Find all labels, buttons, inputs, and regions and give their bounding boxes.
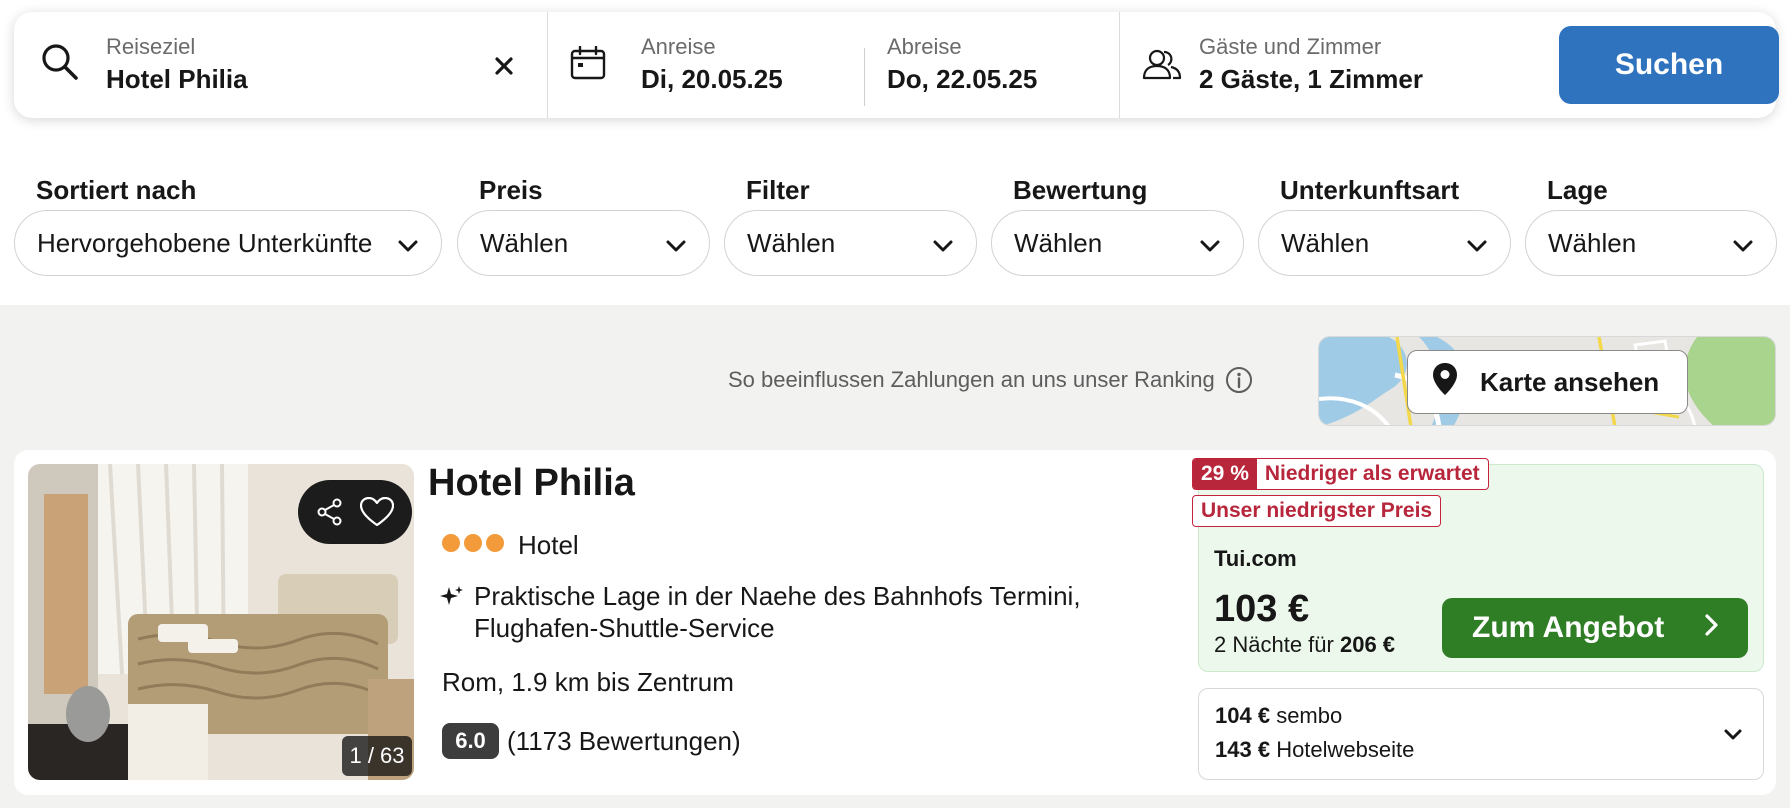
rating-select[interactable]: Wählen	[991, 210, 1244, 276]
photo-counter: 1 / 63	[342, 736, 412, 776]
filter-sort: Sortiert nach Hervorgehobene Unterkünfte	[14, 172, 442, 276]
hotel-photo[interactable]: 1 / 63	[28, 464, 414, 780]
discount-percent: 29 %	[1193, 459, 1257, 489]
map-button-label: Karte ansehen	[1480, 366, 1660, 397]
filter-rating: Bewertung Wählen	[991, 172, 1244, 276]
other-offer-provider: sembo	[1276, 703, 1343, 728]
guests-label: Gäste und Zimmer	[1199, 34, 1382, 59]
ranking-info[interactable]: So beeinflussen Zahlungen an uns unser R…	[728, 366, 1253, 394]
chevron-down-icon[interactable]	[1723, 725, 1743, 750]
discount-tag: 29 % Niedriger als erwartet	[1192, 458, 1489, 490]
search-icon	[40, 42, 80, 87]
select-value: Wählen	[480, 227, 569, 258]
filter-label: Preis	[479, 175, 543, 205]
destination-label: Reiseziel	[106, 34, 196, 59]
star-dot-icon	[442, 534, 460, 552]
search-bar: Reiseziel Hotel Philia Anreise Di, 20.05…	[14, 12, 1779, 118]
other-offer-price: 143 €	[1215, 737, 1271, 762]
discount-text: Niedriger als erwartet	[1264, 462, 1480, 485]
checkout-value: Do, 22.05.25	[887, 64, 1038, 94]
deal-provider: Tui.com	[1214, 546, 1297, 571]
select-value: Wählen	[747, 227, 836, 258]
nights-prefix: 2 Nächte für	[1214, 632, 1334, 657]
filter-accommodation: Unterkunftsart Wählen	[1258, 172, 1511, 276]
hotel-location: Rom, 1.9 km bis Zentrum	[442, 667, 734, 697]
select-value: Wählen	[1014, 227, 1103, 258]
checkin-label: Anreise	[641, 34, 716, 59]
price-select[interactable]: Wählen	[457, 210, 710, 276]
chevron-down-icon	[1732, 233, 1754, 264]
destination-value[interactable]: Hotel Philia	[106, 64, 248, 95]
search-button[interactable]: Suchen	[1559, 26, 1779, 104]
star-dot-icon	[464, 534, 482, 552]
chevron-down-icon	[397, 233, 419, 264]
hotel-name[interactable]: Hotel Philia	[428, 462, 635, 505]
filter-select[interactable]: Wählen	[724, 210, 977, 276]
filter-label: Filter	[746, 175, 810, 205]
view-deal-button[interactable]: Zum Angebot	[1442, 598, 1748, 658]
filter-label: Sortiert nach	[36, 175, 197, 205]
chevron-down-icon	[932, 233, 954, 264]
info-icon[interactable]	[1225, 366, 1253, 394]
location-select[interactable]: Wählen	[1525, 210, 1777, 276]
other-offer-price: 104 €	[1215, 703, 1271, 728]
sort-select[interactable]: Hervorgehobene Unterkünfte	[14, 210, 442, 276]
checkin-value: Di, 20.05.25	[641, 64, 783, 94]
view-deal-label: Zum Angebot	[1472, 611, 1665, 644]
filter-location: Lage Wählen	[1525, 172, 1777, 276]
heart-icon[interactable]	[360, 497, 394, 527]
chevron-down-icon	[665, 233, 687, 264]
filter-price: Preis Wählen	[457, 172, 710, 276]
chevron-right-icon	[1704, 611, 1720, 645]
share-icon[interactable]	[316, 498, 344, 526]
nights-total: 2 Nächte für 206 €	[1214, 632, 1395, 658]
sparkle-icon	[440, 585, 464, 614]
filter-label: Bewertung	[1013, 175, 1148, 205]
other-offer-provider: Hotelwebseite	[1276, 737, 1415, 762]
checkout-label: Abreise	[887, 34, 962, 59]
deal-price: 103 €	[1214, 588, 1310, 630]
filter-label: Unterkunftsart	[1280, 175, 1460, 205]
show-map-button[interactable]: Karte ansehen	[1407, 350, 1688, 414]
select-value: Hervorgehobene Unterkünfte	[37, 227, 373, 258]
filter-filter: Filter Wählen	[724, 172, 977, 276]
destination-field[interactable]: Reiseziel Hotel Philia	[14, 12, 546, 118]
ranking-text: So beeinflussen Zahlungen an uns unser R…	[728, 367, 1215, 392]
chevron-down-icon	[1199, 233, 1221, 264]
other-offers[interactable]: 104 € sembo 143 € Hotelwebseite	[1198, 688, 1764, 780]
guests-field[interactable]: Gäste und Zimmer 2 Gäste, 1 Zimmer	[1120, 12, 1540, 118]
filter-label: Lage	[1547, 175, 1608, 205]
rating-badge: 6.0	[442, 723, 499, 759]
photo-actions	[298, 480, 412, 544]
guests-value: 2 Gäste, 1 Zimmer	[1199, 64, 1423, 94]
hotel-type: Hotel	[518, 530, 579, 560]
map-pin-icon	[1432, 362, 1458, 403]
review-count[interactable]: (1173 Bewertungen)	[507, 726, 741, 757]
lowest-price-tag: Unser niedrigster Preis	[1192, 495, 1442, 527]
checkin-field[interactable]: Anreise Di, 20.05.25	[548, 12, 864, 118]
other-offer-row: 104 € sembo	[1215, 703, 1342, 729]
checkout-field[interactable]: Abreise Do, 22.05.25	[865, 12, 1119, 118]
chevron-down-icon	[1466, 233, 1488, 264]
other-offer-row: 143 € Hotelwebseite	[1215, 737, 1414, 763]
nights-total-price: 206 €	[1339, 632, 1396, 657]
header-area: Reiseziel Hotel Philia Anreise Di, 20.05…	[0, 0, 1790, 305]
calendar-icon	[570, 45, 606, 85]
clear-icon[interactable]	[486, 48, 522, 84]
select-value: Wählen	[1548, 227, 1637, 258]
accommodation-select[interactable]: Wählen	[1258, 210, 1511, 276]
users-icon	[1142, 48, 1182, 85]
star-rating	[442, 534, 504, 552]
star-dot-icon	[486, 534, 504, 552]
select-value: Wählen	[1281, 227, 1370, 258]
hotel-feature: Praktische Lage in der Naehe des Bahnhof…	[474, 581, 1081, 643]
